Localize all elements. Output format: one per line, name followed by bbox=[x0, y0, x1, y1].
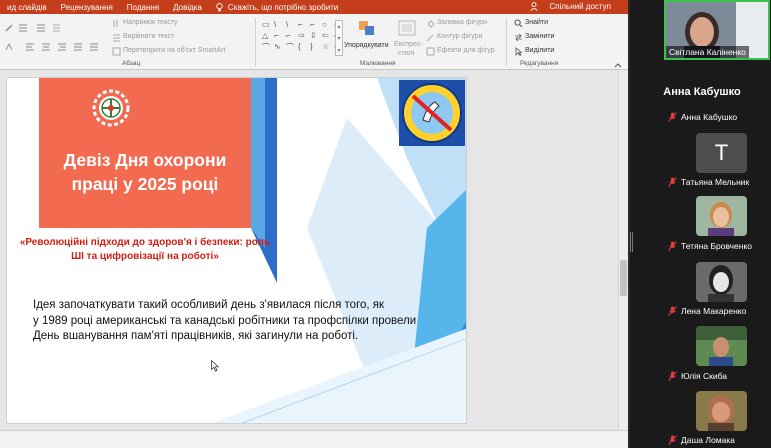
participant-avatar bbox=[696, 196, 747, 236]
muted-mic-icon bbox=[668, 112, 677, 122]
participant-name: Тетяна Бровченко bbox=[681, 241, 752, 251]
participant-photo bbox=[696, 326, 747, 366]
shape-effects-button[interactable]: Ефекти для фігур bbox=[437, 47, 495, 54]
shape-outline-button[interactable]: Контур фігури bbox=[437, 33, 482, 40]
speaker-name-label: Світлана Каліненко bbox=[666, 46, 749, 58]
participant-name: Татьяна Мельник bbox=[681, 177, 750, 187]
status-bar bbox=[0, 430, 628, 448]
quick-styles-icon bbox=[398, 20, 416, 36]
shapes-gallery-scroll[interactable]: ▴ ▾ ▾ bbox=[335, 20, 343, 56]
ribbon-separator bbox=[255, 18, 256, 66]
collapse-ribbon-icon[interactable] bbox=[614, 62, 622, 68]
scroll-thumb[interactable] bbox=[620, 260, 627, 296]
ribbon: Напрямок тексту Вирівняти текст Перетвор… bbox=[0, 14, 628, 70]
replace-button[interactable]: Замінити bbox=[525, 33, 554, 40]
format-painter-icon[interactable] bbox=[4, 23, 14, 33]
editing-group-label: Редагування bbox=[520, 60, 559, 67]
participant-item[interactable]: Даша Ломака bbox=[668, 435, 735, 445]
align-text-button[interactable]: Вирівняти текст bbox=[123, 33, 174, 40]
safety-logo-icon bbox=[399, 80, 465, 146]
ribbon-separator bbox=[506, 18, 507, 66]
body-line: Ідея започаткувати такий особливий день … bbox=[33, 299, 385, 311]
participant-photo bbox=[696, 262, 747, 302]
participant-name: Юлія Скиба bbox=[681, 371, 728, 381]
participant-avatar bbox=[696, 326, 747, 366]
tab-slideshow[interactable]: ид слайдів bbox=[0, 3, 54, 12]
participant-item[interactable]: Лена Макаренко bbox=[668, 306, 746, 316]
slide-subtitle: «Революційні підходи до здоров'я і безпе… bbox=[19, 237, 271, 262]
share-button[interactable]: Спільний доступ bbox=[530, 2, 618, 11]
shape-fill-button[interactable]: Заливка фігури bbox=[437, 19, 487, 26]
mouse-cursor-icon bbox=[211, 360, 219, 372]
tab-view[interactable]: Подання bbox=[120, 3, 166, 12]
arrange-icon bbox=[359, 21, 374, 35]
select-button[interactable]: Виділити bbox=[525, 47, 554, 54]
participant-avatar bbox=[696, 262, 747, 302]
drawing-group-label: Малювання bbox=[360, 60, 396, 67]
quick-styles-button-line1[interactable]: Експрес- bbox=[394, 41, 423, 48]
convert-smartart-button[interactable]: Перетворити на об'єкт SmartArt bbox=[123, 47, 226, 54]
gear-emblem-icon bbox=[92, 89, 130, 127]
select-cursor-icon bbox=[515, 47, 523, 56]
participant-name: Даша Ломака bbox=[681, 435, 735, 445]
tell-me-text: Скажіть, що потрібно зробити bbox=[227, 2, 339, 12]
slide-body-text: Ідея започаткувати такий особливий день … bbox=[33, 298, 433, 345]
powerpoint-window: ид слайдів Рецензування Подання Довідка … bbox=[0, 0, 628, 448]
text-direction-button[interactable]: Напрямок тексту bbox=[123, 19, 178, 26]
shapes-gallery[interactable]: ▭\\⌐⌐○▭ △⌐⌐⇨⇩⇦◇ ⌒∿⌒{}☆▭ bbox=[262, 20, 345, 53]
slide-canvas[interactable]: Девіз Дня охорони праці у 2025 році «Рев… bbox=[6, 77, 467, 424]
bullets-icon[interactable] bbox=[17, 23, 61, 33]
body-line: у 1989 році американські та канадські ро… bbox=[33, 314, 417, 327]
muted-mic-icon bbox=[668, 177, 677, 187]
participant-photo bbox=[696, 196, 747, 236]
align-text-icon bbox=[113, 34, 120, 42]
muted-mic-icon bbox=[668, 435, 677, 445]
paragraph-group-label: Абзац bbox=[122, 60, 141, 67]
tell-me-box[interactable]: Скажіть, що потрібно зробити bbox=[209, 3, 345, 12]
participant-item[interactable]: Юлія Скиба bbox=[668, 371, 727, 381]
participant-photo bbox=[696, 391, 747, 431]
tab-help[interactable]: Довідка bbox=[166, 3, 209, 12]
panel-title: Анна Кабушко bbox=[663, 86, 741, 98]
active-speaker-video[interactable]: Світлана Каліненко bbox=[664, 0, 770, 60]
slide-editor: Девіз Дня охорони праці у 2025 році «Рев… bbox=[0, 70, 628, 430]
person-icon bbox=[530, 2, 539, 11]
participant-item[interactable]: Анна Кабушко bbox=[668, 112, 737, 122]
participant-name: Анна Кабушко bbox=[681, 112, 738, 122]
quick-styles-button-line2[interactable]: стилі bbox=[398, 50, 414, 57]
tab-review[interactable]: Рецензування bbox=[54, 3, 120, 12]
vertical-scrollbar[interactable] bbox=[618, 70, 628, 430]
participant-avatar bbox=[696, 391, 747, 431]
pen-outline-icon bbox=[426, 34, 434, 42]
alignment-icons[interactable] bbox=[24, 42, 104, 52]
muted-mic-icon bbox=[668, 371, 677, 381]
clear-format-icon[interactable] bbox=[4, 42, 14, 52]
effects-icon bbox=[426, 47, 435, 56]
panel-resize-handle[interactable] bbox=[630, 232, 633, 252]
muted-mic-icon bbox=[668, 241, 677, 251]
lightbulb-icon bbox=[216, 2, 223, 11]
body-line: День вшанування пам'яті працівників, які… bbox=[33, 330, 359, 342]
replace-icon bbox=[515, 33, 522, 42]
muted-mic-icon bbox=[668, 306, 677, 316]
screen: ид слайдів Рецензування Подання Довідка … bbox=[0, 0, 771, 448]
slide-title: Девіз Дня охорони праці у 2025 році bbox=[63, 150, 227, 194]
smartart-icon bbox=[112, 47, 121, 56]
find-button[interactable]: Знайти bbox=[525, 19, 548, 26]
participant-item[interactable]: Татьяна Мельник bbox=[668, 177, 749, 187]
arrange-button[interactable]: Упорядкувати bbox=[344, 42, 389, 49]
share-label: Спільний доступ bbox=[549, 2, 611, 11]
participant-item[interactable]: Тетяна Бровченко bbox=[668, 241, 752, 251]
text-direction-icon bbox=[113, 20, 118, 27]
search-icon bbox=[514, 19, 523, 28]
fill-bucket-icon bbox=[427, 20, 435, 28]
participant-name: Лена Макаренко bbox=[681, 306, 747, 316]
ribbon-tab-bar: ид слайдів Рецензування Подання Довідка … bbox=[0, 0, 628, 14]
participant-avatar: T bbox=[696, 133, 747, 173]
